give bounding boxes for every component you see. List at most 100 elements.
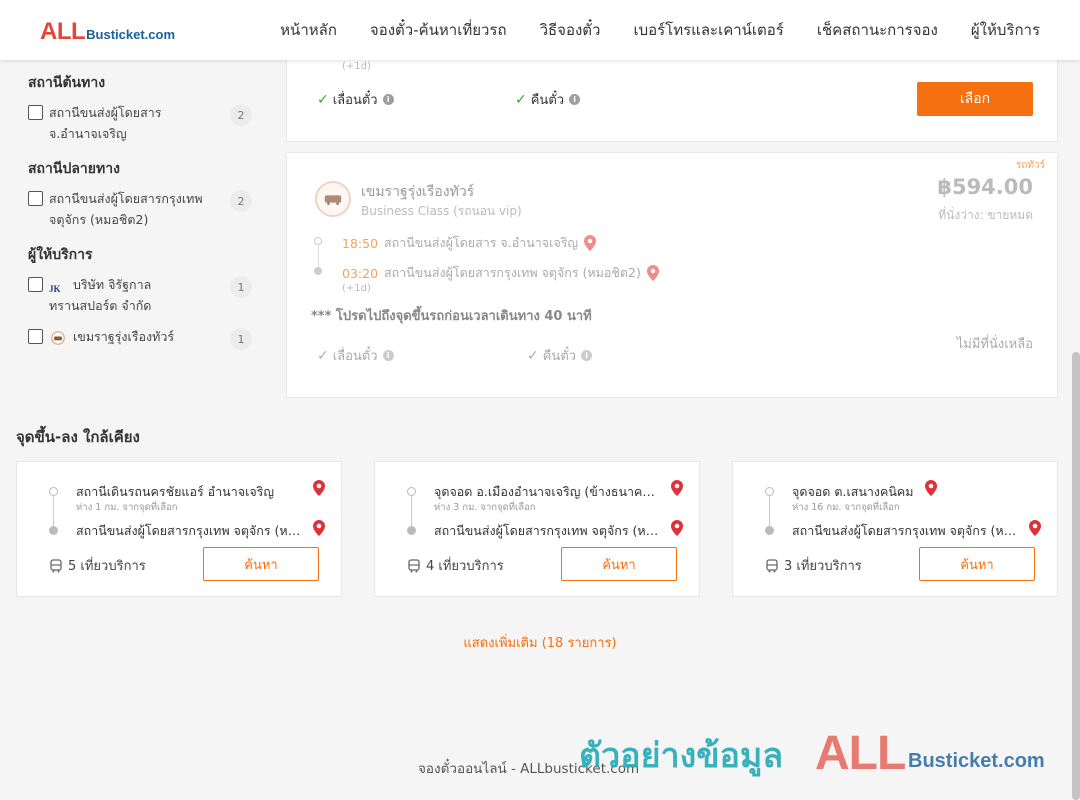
trip-count-label: 4 เที่ยวบริการ bbox=[426, 559, 504, 574]
nearby-origin: จุดจอด อ.เมืองอำนาจเจริญ (ข้างธนาคารกรุง… bbox=[434, 484, 659, 499]
next-day-label: (+1d) bbox=[342, 283, 371, 294]
origin-dot bbox=[765, 487, 774, 496]
bus-class: Business Class (รถนอน vip) bbox=[361, 204, 522, 218]
trip-count: 3 เที่ยวบริการ bbox=[765, 555, 862, 576]
arrival-row: 03:20 สถานีขนส่งผู้โดยสารกรุงเทพ จตุจักร… bbox=[342, 263, 659, 283]
map-pin-icon[interactable] bbox=[313, 520, 325, 536]
provider-count-badge: 1 bbox=[230, 328, 252, 350]
nav-providers[interactable]: ผู้ให้บริการ bbox=[971, 18, 1040, 42]
trip-count: 4 เที่ยวบริการ bbox=[407, 555, 504, 576]
provider-checkbox[interactable] bbox=[28, 329, 43, 344]
refund-ticket-label: คืนตั๋ว bbox=[542, 349, 577, 364]
map-pin-icon[interactable] bbox=[646, 265, 659, 281]
trip-count: 5 เที่ยวบริการ bbox=[49, 555, 146, 576]
no-seats-label: ไม่มีที่นั่งเหลือ bbox=[956, 337, 1033, 352]
provider-label: JK บริษัท จิรัฐกาล ทรานสปอร์ต จำกัด bbox=[49, 274, 221, 316]
map-pin-icon[interactable] bbox=[584, 235, 597, 251]
map-pin-icon[interactable] bbox=[313, 480, 325, 496]
origin-filter-item[interactable]: สถานีขนส่งผู้โดยสาร จ.อำนาจเจริญ 2 bbox=[28, 102, 260, 144]
nearby-distance: ห่าง 1 กม. จากจุดที่เลือก bbox=[76, 502, 178, 513]
nearby-search-button[interactable]: ค้นหา bbox=[919, 547, 1035, 581]
nav-how-to-book[interactable]: วิธีจองตั๋ว bbox=[540, 18, 601, 42]
nearby-search-button[interactable]: ค้นหา bbox=[561, 547, 677, 581]
map-pin-icon[interactable] bbox=[671, 480, 683, 496]
khemarat-logo-icon bbox=[51, 330, 65, 345]
select-trip-button[interactable]: เลือก bbox=[917, 82, 1033, 116]
route-line bbox=[53, 492, 54, 530]
nearby-origin: จุดจอด ต.เสนางคนิคม bbox=[792, 484, 914, 499]
route-line bbox=[411, 492, 412, 530]
route-line bbox=[769, 492, 770, 530]
destination-dot bbox=[407, 526, 416, 535]
refund-ticket-label: คืนตั๋ว bbox=[530, 93, 565, 108]
provider-checkbox[interactable] bbox=[28, 277, 43, 292]
dest-label: สถานีขนส่งผู้โดยสารกรุงเทพ จตุจักร (หมอช… bbox=[49, 191, 203, 227]
nav-phone-counters[interactable]: เบอร์โทรและเคาน์เตอร์ bbox=[633, 18, 783, 42]
refund-ticket-feature: ✓ คืนตั๋ว i bbox=[527, 345, 593, 366]
nearby-stops-title: จุดขึ้น-ลง ใกล้เคียง bbox=[16, 428, 140, 446]
departure-station: สถานีขนส่งผู้โดยสาร จ.อำนาจเจริญ bbox=[384, 235, 579, 250]
bus-icon bbox=[766, 558, 778, 572]
provider-filter-title: ผู้ให้บริการ bbox=[28, 247, 93, 263]
operator-logo-icon bbox=[315, 181, 351, 217]
operator-name: เขมราฐรุ่งเรืองทัวร์ bbox=[361, 184, 475, 200]
change-ticket-feature: ✓ เลื่อนตั๋ว i bbox=[317, 89, 394, 110]
refund-ticket-feature: ✓ คืนตั๋ว i bbox=[515, 89, 581, 110]
arrival-time: 03:20 bbox=[342, 265, 379, 281]
origin-dot bbox=[49, 487, 58, 496]
nearby-stop-card: จุดจอด ต.เสนางคนิคม ห่าง 16 กม. จากจุดที… bbox=[732, 461, 1058, 597]
trip-card: รถทัวร์ เขมราฐรุ่งเรืองทัวร์ Business Cl… bbox=[286, 152, 1058, 398]
boarding-notice: *** โปรดไปถึงจุดขึ้นรถก่อนเวลาเดินทาง 40… bbox=[311, 309, 592, 324]
bus-icon bbox=[408, 558, 420, 572]
origin-count-badge: 2 bbox=[230, 104, 252, 126]
provider-filter-item[interactable]: JK บริษัท จิรัฐกาล ทรานสปอร์ต จำกัด 1 bbox=[28, 274, 260, 316]
main-nav: หน้าหลัก จองตั๋ว-ค้นหาเที่ยวรถ วิธีจองตั… bbox=[247, 0, 1040, 60]
info-icon[interactable]: i bbox=[569, 94, 581, 105]
departure-time: 18:50 bbox=[342, 235, 379, 251]
destination-dot bbox=[765, 526, 774, 535]
provider-label: เขมราฐรุ่งเรืองทัวร์ bbox=[49, 326, 221, 347]
site-logo[interactable]: ALL Busticket.com bbox=[40, 18, 175, 46]
nearby-stop-card: สถานีเดินรถนครชัยแอร์ อำนาจเจริญ ห่าง 1 … bbox=[16, 461, 342, 597]
trip-count-label: 3 เที่ยวบริการ bbox=[784, 559, 862, 574]
bus-type-tag: รถทัวร์ bbox=[1015, 160, 1045, 171]
nearby-destination: สถานีขนส่งผู้โดยสารกรุงเทพ จตุจักร (หมอช… bbox=[76, 523, 301, 538]
arrival-dot bbox=[314, 267, 322, 275]
dest-checkbox[interactable] bbox=[28, 191, 43, 206]
nav-home[interactable]: หน้าหลัก bbox=[280, 18, 337, 42]
map-pin-icon[interactable] bbox=[671, 520, 683, 536]
info-icon[interactable]: i bbox=[382, 350, 394, 361]
nearby-destination: สถานีขนส่งผู้โดยสารกรุงเทพ จตุจักร (หมอช… bbox=[434, 523, 659, 538]
provider-count-badge: 1 bbox=[230, 276, 252, 298]
watermark-logo-all: ALL bbox=[815, 727, 906, 780]
check-icon: ✓ bbox=[515, 91, 527, 108]
nearby-search-button[interactable]: ค้นหา bbox=[203, 547, 319, 581]
check-icon: ✓ bbox=[317, 91, 329, 108]
trip-price: ฿594.00 bbox=[937, 175, 1033, 199]
info-icon[interactable]: i bbox=[581, 350, 593, 361]
page-scrollbar[interactable] bbox=[1072, 352, 1080, 800]
destination-dot bbox=[49, 526, 58, 535]
nav-check-booking[interactable]: เช็คสถานะการจอง bbox=[817, 18, 938, 42]
provider-filter-item[interactable]: เขมราฐรุ่งเรืองทัวร์ 1 bbox=[28, 326, 260, 350]
next-day-label: (+1d) bbox=[342, 61, 371, 72]
map-pin-icon[interactable] bbox=[1029, 520, 1041, 536]
seats-available: ที่นั่งว่าง: ขายหมด bbox=[938, 208, 1033, 222]
trip-count-label: 5 เที่ยวบริการ bbox=[68, 559, 146, 574]
origin-checkbox[interactable] bbox=[28, 105, 43, 120]
origin-filter-title: สถานีต้นทาง bbox=[28, 75, 106, 91]
nav-book-search[interactable]: จองตั๋ว-ค้นหาเที่ยวรถ bbox=[370, 18, 507, 42]
watermark-text: ตัวอย่างข้อมูล bbox=[579, 736, 784, 776]
change-ticket-label: เลื่อนตั๋ว bbox=[332, 93, 378, 108]
show-more-link[interactable]: แสดงเพิ่มเติม (18 รายการ) bbox=[0, 632, 1080, 653]
nearby-origin: สถานีเดินรถนครชัยแอร์ อำนาจเจริญ bbox=[76, 484, 275, 499]
provider-name: เขมราฐรุ่งเรืองทัวร์ bbox=[73, 329, 175, 344]
map-pin-icon[interactable] bbox=[925, 480, 937, 496]
dest-filter-item[interactable]: สถานีขนส่งผู้โดยสารกรุงเทพ จตุจักร (หมอช… bbox=[28, 188, 260, 230]
dest-count-badge: 2 bbox=[230, 190, 252, 212]
origin-dot bbox=[407, 487, 416, 496]
site-header: ALL Busticket.com หน้าหลัก จองตั๋ว-ค้นหา… bbox=[0, 0, 1080, 60]
info-icon[interactable]: i bbox=[382, 94, 394, 105]
check-icon: ✓ bbox=[317, 347, 329, 364]
logo-busticket: Busticket.com bbox=[86, 27, 176, 42]
